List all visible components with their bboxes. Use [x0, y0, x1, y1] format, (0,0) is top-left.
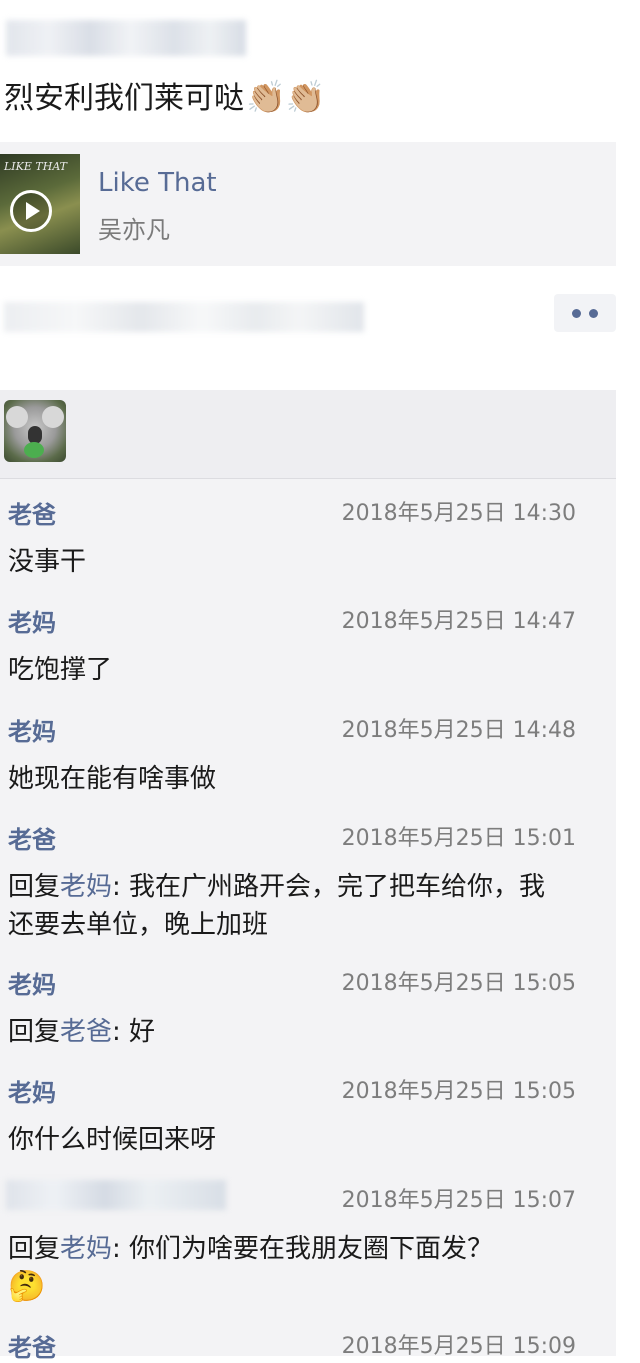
koala-leaf — [24, 442, 44, 458]
comment-text: 回复老爸: 好 — [8, 1013, 568, 1051]
comment-text: 你什么时候回来呀 — [8, 1121, 568, 1159]
reply-to-name[interactable]: 老妈 — [60, 1234, 112, 1264]
comment-time: 2018年5月25日 14:47 — [341, 609, 576, 634]
comment-text: 她现在能有啥事做 — [8, 760, 568, 798]
poster-name-blurred[interactable] — [6, 20, 246, 56]
post-meta-blurred — [4, 302, 364, 332]
reply-prefix: 回复 — [8, 1234, 61, 1264]
comments-list: 老爸 2018年5月25日 14:30 没事干 老妈 2018年5月25日 14… — [0, 479, 616, 1362]
comment-text-content: : 好 — [112, 1017, 156, 1047]
comment-time: 2018年5月25日 15:05 — [341, 1079, 576, 1104]
dot-icon — [572, 309, 581, 318]
dot-icon — [589, 309, 598, 318]
comment-text-content: 你什么时候回来呀 — [8, 1125, 217, 1155]
comment-text-content: : 你们为啥要在我朋友圈下面发？ — [112, 1234, 494, 1264]
reply-to-name[interactable]: 老爸 — [60, 1017, 112, 1047]
comment-text: 回复老妈: 你们为啥要在我朋友圈下面发？ 🤔 — [8, 1230, 568, 1307]
comment-text-content: 她现在能有啥事做 — [8, 764, 217, 794]
comment-text-content: 没事干 — [8, 547, 87, 577]
play-icon[interactable] — [10, 190, 52, 232]
comment-author[interactable]: 老妈 — [8, 603, 56, 638]
comment-time: 2018年5月25日 14:48 — [341, 718, 576, 743]
album-cover: LIKE THAT — [0, 154, 80, 254]
koala-avatar[interactable] — [4, 400, 66, 462]
album-cover-text: LIKE THAT — [4, 160, 68, 173]
comment-time: 2018年5月25日 15:07 — [341, 1188, 576, 1213]
comment-time: 2018年5月25日 15:01 — [341, 826, 576, 851]
likes-area — [0, 390, 616, 479]
comment-author[interactable]: 老妈 — [8, 712, 56, 747]
post-text: 烈安利我们莱可哒👏🏼👏🏼 — [4, 74, 326, 122]
song-artist: 吴亦凡 — [98, 216, 170, 244]
comment-text-content: 吃饱撑了 — [8, 655, 113, 685]
thinking-emoji: 🤔 — [8, 1269, 46, 1304]
post-text-content: 烈安利我们莱可哒 — [4, 81, 244, 116]
reply-prefix: 回复 — [8, 1017, 61, 1047]
reply-to-name[interactable]: 老妈 — [60, 872, 112, 902]
koala-ear — [6, 406, 28, 428]
song-title: Like That — [98, 168, 217, 198]
comment-author[interactable]: 老妈 — [8, 965, 56, 1000]
koala-ear — [42, 406, 64, 428]
music-share-card[interactable]: LIKE THAT Like That 吴亦凡 — [0, 142, 616, 266]
comment-author-blurred[interactable] — [6, 1180, 226, 1210]
more-dots-icon[interactable] — [554, 294, 616, 332]
comment-time: 2018年5月25日 15:05 — [341, 971, 576, 996]
comment-time: 2018年5月25日 14:30 — [341, 501, 576, 526]
comment-text: 回复老妈: 我在广州路开会，完了把车给你，我还要去单位，晚上加班 — [8, 868, 568, 944]
comment-author[interactable]: 老爸 — [8, 820, 56, 855]
reply-prefix: 回复 — [8, 872, 61, 902]
comment-text: 吃饱撑了 — [8, 651, 568, 689]
comment-text: 没事干 — [8, 543, 568, 581]
comment-author[interactable]: 老爸 — [8, 495, 56, 530]
comment-author[interactable]: 老爸 — [8, 1328, 56, 1363]
comment-time: 2018年5月25日 15:09 — [341, 1334, 576, 1359]
clap-emoji: 👏🏼👏🏼 — [246, 78, 326, 116]
comment-author[interactable]: 老妈 — [8, 1073, 56, 1108]
